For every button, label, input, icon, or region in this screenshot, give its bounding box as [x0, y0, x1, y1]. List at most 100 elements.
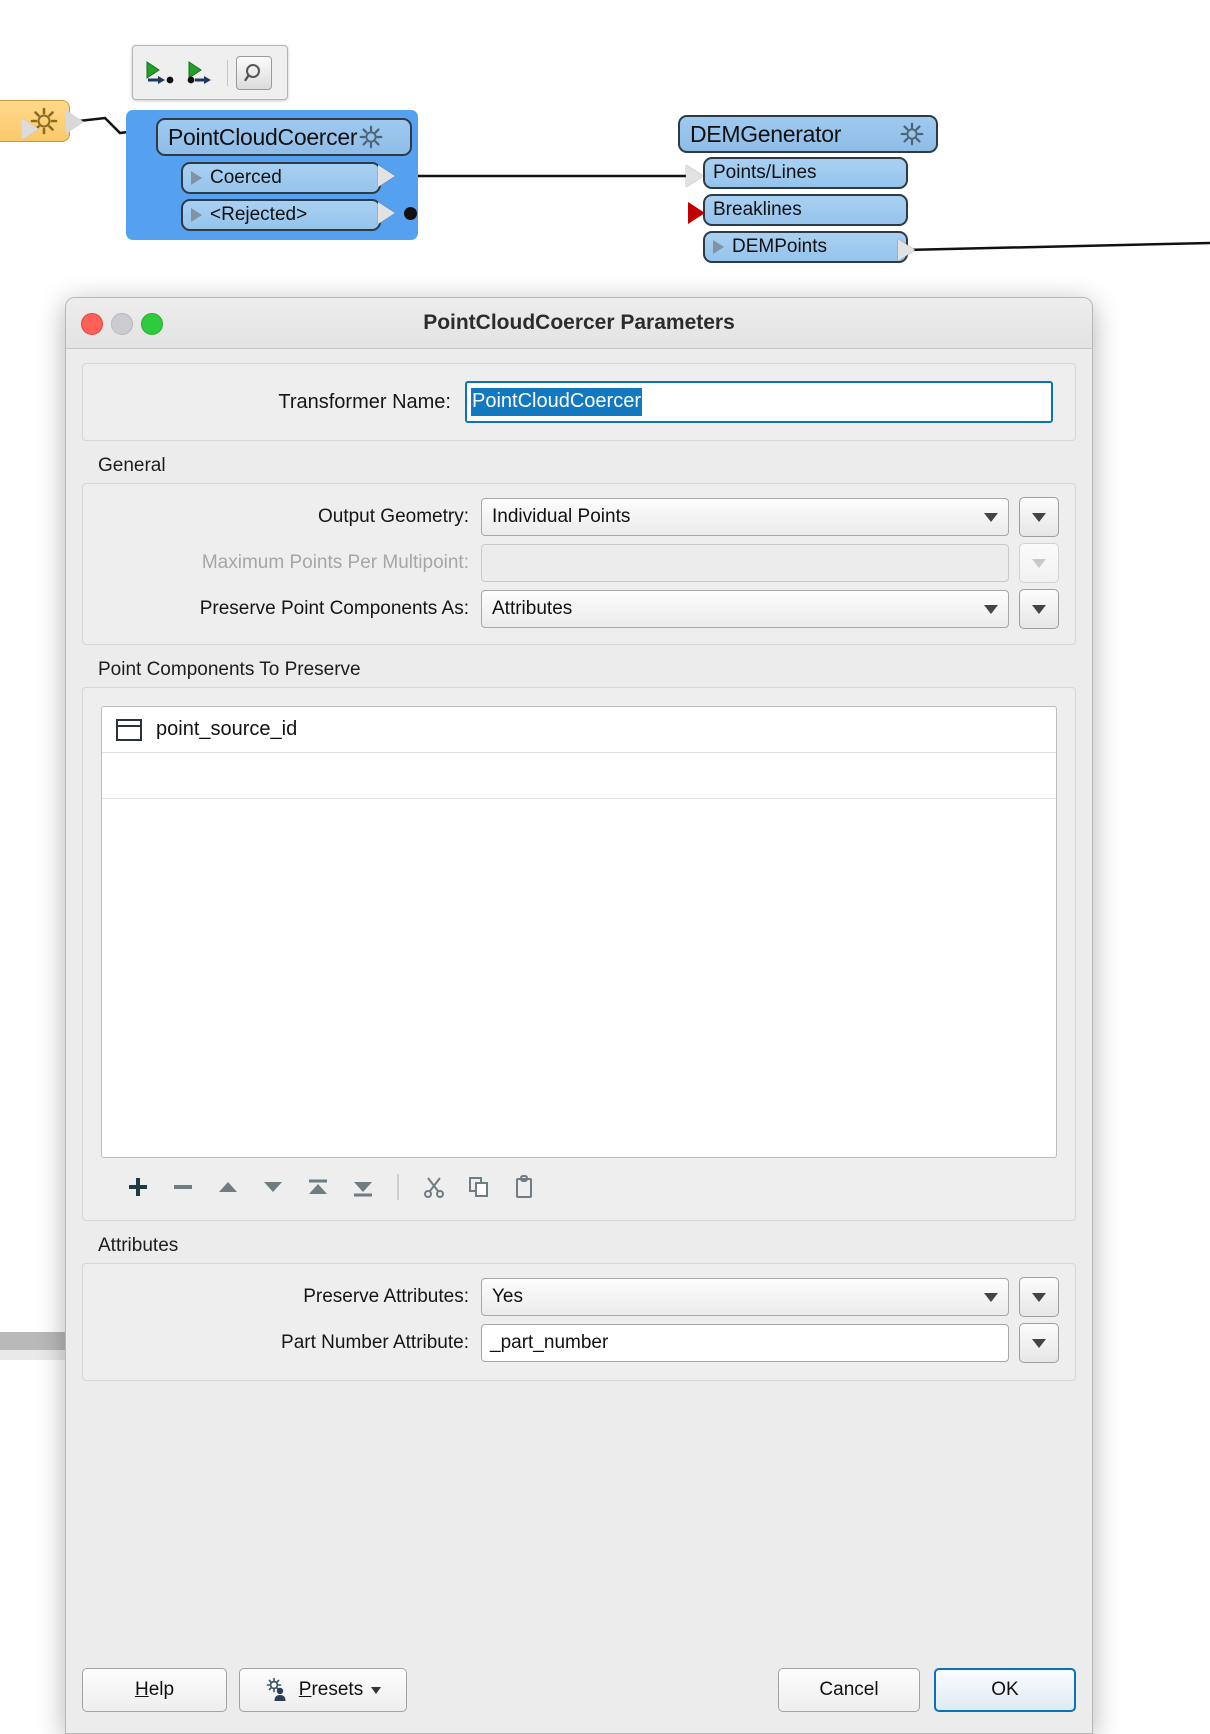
move-up-button[interactable] [205, 1167, 250, 1207]
preserve-components-menu-button[interactable] [1019, 589, 1059, 629]
inspect-magnifier-icon[interactable] [236, 55, 272, 90]
preserve-attributes-menu-button[interactable] [1019, 1277, 1059, 1317]
copy-button[interactable] [456, 1167, 501, 1207]
presets-icon [266, 1677, 286, 1701]
presets-button[interactable]: Presets [239, 1668, 407, 1712]
row-output-geometry: Output Geometry: Individual Points [99, 494, 1059, 540]
port-arrow-icon [191, 208, 202, 222]
preserve-components-combo[interactable]: Attributes [481, 590, 1009, 628]
input-port-breaklines[interactable]: Breaklines [703, 194, 908, 226]
part-number-value: _part_number [490, 1332, 609, 1353]
breaklines-in-arrow-icon [688, 202, 705, 224]
help-button[interactable]: Help [82, 1668, 227, 1712]
chevron-down-icon [1032, 1292, 1046, 1302]
chevron-down-icon [1032, 558, 1046, 568]
transformer-name-value: PointCloudCoercer [471, 388, 642, 416]
preserve-attributes-value: Yes [492, 1286, 523, 1307]
part-number-input[interactable]: _part_number [481, 1324, 1009, 1362]
paste-button[interactable] [501, 1167, 546, 1207]
output-port-coerced[interactable]: Coerced [181, 162, 381, 194]
transformer-name-label: Transformer Name: [278, 390, 451, 413]
zoom-button[interactable] [141, 313, 163, 335]
transformer-pointcloudcoercer[interactable]: PointCloudCoercer Coerced <Rejected> [126, 110, 418, 240]
toolbar-separator [227, 59, 228, 86]
chevron-down-icon [984, 512, 998, 522]
transformer-name-input[interactable]: PointCloudCoercer [465, 381, 1053, 423]
port-arrow-icon [713, 240, 724, 254]
output-geometry-menu-button[interactable] [1019, 497, 1059, 537]
gear-icon[interactable] [357, 123, 385, 151]
row-part-number-attribute: Part Number Attribute: _part_number [99, 1320, 1059, 1366]
points-lines-in-arrow-icon [686, 165, 703, 187]
move-to-bottom-button[interactable] [340, 1167, 385, 1207]
output-port-rejected[interactable]: <Rejected> [181, 199, 381, 231]
gear-icon[interactable] [898, 120, 926, 148]
transformer-header[interactable]: PointCloudCoercer [156, 118, 412, 156]
port-label: DEMPoints [732, 236, 828, 257]
list-item[interactable]: point_source_id [102, 707, 1056, 753]
output-geometry-combo[interactable]: Individual Points [481, 498, 1009, 536]
presets-label: Presets [299, 1679, 363, 1701]
point-components-panel: point_source_id [82, 687, 1076, 1221]
rejected-terminator-dot [404, 207, 417, 220]
point-components-heading: Point Components To Preserve [98, 659, 361, 680]
ok-button[interactable]: OK [934, 1668, 1076, 1712]
demgenerator-title: DEMGenerator [690, 120, 842, 147]
move-down-button[interactable] [250, 1167, 295, 1207]
list-item-label: point_source_id [156, 718, 298, 740]
output-geometry-value: Individual Points [492, 506, 631, 527]
chevron-down-icon [371, 1686, 382, 1694]
minimize-button[interactable] [111, 313, 133, 335]
help-rest: elp [148, 1679, 175, 1700]
input-port-points-lines[interactable]: Points/Lines [703, 157, 908, 189]
output-port-dempoints[interactable]: DEMPoints [703, 231, 908, 263]
chevron-down-icon [984, 1292, 998, 1302]
transformer-mini-toolbar[interactable] [132, 45, 288, 100]
rejected-out-arrow-icon [378, 202, 395, 224]
port-label: Points/Lines [713, 162, 817, 183]
preserve-components-value: Attributes [492, 598, 573, 619]
port-label: Coerced [210, 167, 282, 188]
close-button[interactable] [81, 313, 103, 335]
dialog-title: PointCloudCoercer Parameters [423, 311, 735, 334]
port-arrow-icon [191, 171, 202, 185]
parameters-dialog[interactable]: PointCloudCoercer Parameters Transformer… [65, 297, 1093, 1734]
part-number-menu-button[interactable] [1019, 1323, 1059, 1363]
add-button[interactable] [115, 1167, 160, 1207]
dialog-body: Transformer Name: PointCloudCoercer Gene… [66, 363, 1092, 1381]
demgenerator-header[interactable]: DEMGenerator [678, 115, 938, 153]
toolbar-separator [397, 1174, 399, 1200]
move-to-top-button[interactable] [295, 1167, 340, 1207]
list-item-empty[interactable] [102, 753, 1056, 799]
remove-button[interactable] [160, 1167, 205, 1207]
transformer-title: PointCloudCoercer [168, 123, 358, 150]
coerced-out-arrow-icon [378, 165, 395, 187]
row-maximum-points-per-multipoint: Maximum Points Per Multipoint: [99, 540, 1059, 586]
chevron-down-icon [1032, 1338, 1046, 1348]
preserve-components-label: Preserve Point Components As: [199, 598, 469, 619]
presets-rest: resets [311, 1679, 364, 1700]
cut-button[interactable] [411, 1167, 456, 1207]
dialog-titlebar[interactable]: PointCloudCoercer Parameters [66, 298, 1092, 349]
attributes-panel: Preserve Attributes: Yes Part Number Att… [82, 1263, 1076, 1381]
column-icon [116, 718, 142, 741]
dempoints-out-arrow-icon [898, 239, 915, 261]
maximum-points-menu-button [1019, 543, 1059, 583]
maximum-points-input [481, 544, 1009, 582]
run-to-this-icon[interactable] [141, 56, 177, 90]
point-components-list[interactable]: point_source_id [101, 706, 1057, 1158]
row-preserve-attributes: Preserve Attributes: Yes [99, 1274, 1059, 1320]
run-from-this-icon[interactable] [183, 56, 219, 90]
input-port-arrow-icon [22, 118, 39, 140]
chevron-down-icon [984, 604, 998, 614]
general-panel: Output Geometry: Individual Points Maxim… [82, 483, 1076, 645]
port-label: Breaklines [713, 199, 802, 220]
preserve-attributes-combo[interactable]: Yes [481, 1278, 1009, 1316]
transformer-name-panel: Transformer Name: PointCloudCoercer [82, 363, 1076, 441]
part-number-label: Part Number Attribute: [281, 1332, 469, 1353]
port-label: <Rejected> [210, 204, 308, 225]
presets-mnemonic: P [298, 1679, 312, 1700]
cancel-button[interactable]: Cancel [778, 1668, 920, 1712]
window-controls[interactable] [81, 313, 163, 335]
point-components-toolbar[interactable] [101, 1158, 1057, 1216]
